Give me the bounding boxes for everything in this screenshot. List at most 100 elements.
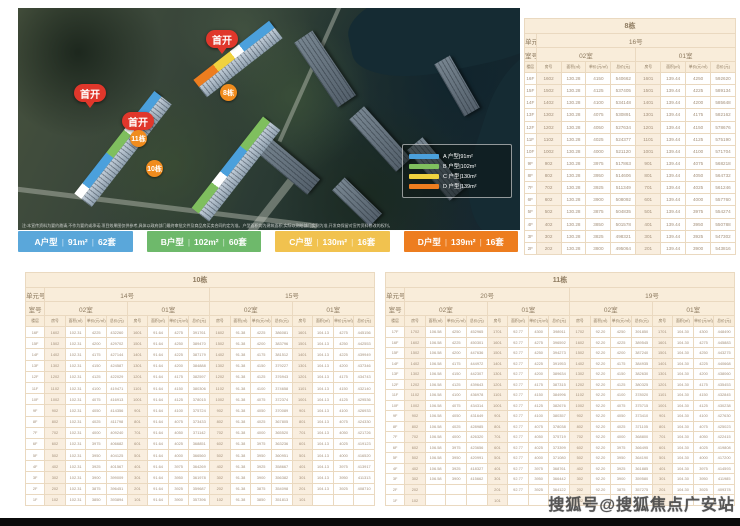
column-header: 房号 [210,316,231,327]
table-cell: 398911 [549,327,570,338]
type-bar-separator: | [188,237,190,247]
table-cell: 356382 [271,472,292,483]
floor-cell: 16F [386,337,405,348]
type-bar-text: 60套 [229,236,247,248]
table-cell: 508092 [611,194,636,206]
legend-type-c: C 户型|130m² [409,172,505,180]
table-cell: 4000 [693,453,714,464]
table-cell: 564732 [711,170,736,182]
table-cell: 601 [652,442,673,453]
table-cell: 3950 [528,474,549,485]
table-cell: 104.30 [673,369,694,380]
table-cell: 3925 [168,483,189,494]
table-cell: 1601 [127,327,148,338]
table-cell: 4100 [611,390,632,401]
table-cell: 104.13 [313,450,334,461]
table-cell: 92.20 [590,432,611,443]
table-row: 3F302130.283825498321301139.443925547302 [525,230,736,242]
table-cell: 3925 [586,182,611,194]
table-cell: 585648 [711,97,736,109]
type-bar-text: 102m² [194,237,219,247]
table-cell: 4025 [686,182,711,194]
type-bar-text: A户型 [35,236,58,248]
table-cell: 104.13 [313,349,334,360]
floor-cell: 14F [386,358,405,369]
table-row: 5F502102.31395040412550191.6440003665605… [26,450,375,461]
table-cell: 1401 [636,97,661,109]
table-cell: 425023 [714,421,735,432]
floor-cell: 15F [386,348,405,359]
unit-number: 14号 [45,288,210,302]
table-cell: 104.30 [673,379,694,390]
floor-cell: 4F [525,218,537,230]
table-cell: 3925 [611,463,632,474]
unit-type-bars: A户型|91m²|62套B户型|102m²|60套C户型|130m²|16套D户… [18,231,518,252]
table-row: 5F502130.283875504835501139.443975554274 [525,206,736,218]
table-cell: 92.77 [508,379,529,390]
table-cell: 537405 [611,85,636,97]
table-cell: 92.77 [508,442,529,453]
table-cell: 701 [636,182,661,194]
table-cell: 102 [210,494,231,505]
table-cell: 376943 [271,371,292,382]
column-header: 面积(㎡) [661,62,686,73]
table-cell: 102.31 [65,427,86,438]
table-cell: 302 [210,472,231,483]
table-cell: 130.28 [561,218,586,230]
table-cell: 589134 [711,85,736,97]
column-header: 单价(元/㎡) [333,316,354,327]
column-header: 单价(元/㎡) [528,316,549,327]
table-cell: 389545 [631,337,652,348]
table-cell: 106.58 [425,379,446,390]
type-bar-text: B户型 [161,236,184,248]
table-cell: 902 [570,411,591,422]
table-cell: 384996 [549,390,570,401]
table-cell: 91.64 [148,371,169,382]
table-cell: 4200 [251,338,272,349]
table-cell: 359687 [189,483,210,494]
table-cell: 401 [292,461,313,472]
table-cell: 92.77 [508,474,529,485]
table-cell: 302 [536,230,561,242]
table-cell: 1402 [405,358,426,369]
table-cell: 419123 [354,438,375,449]
table-cell: 130.28 [561,85,586,97]
table-cell: 442307 [467,369,488,380]
floor-cell: 12F [525,121,537,133]
table-cell: 91.38 [230,461,251,472]
table-cell: 130.28 [561,157,586,169]
table-cell: 4100 [528,411,549,422]
table-cell: 701 [127,427,148,438]
table-cell: 139.44 [661,85,686,97]
table-cell: 1202 [45,371,66,382]
table-cell: 375724 [189,405,210,416]
table-cell: 1601 [636,73,661,85]
floor-cell: 13F [26,360,45,371]
table-cell: 1501 [292,338,313,349]
table-cell: 4000 [168,450,189,461]
floor-cell: 16F [26,327,45,338]
table-cell: 501578 [611,218,636,230]
table-cell: 91.64 [148,483,169,494]
table-cell: 557760 [711,194,736,206]
column-header-floor: 楼层 [386,316,405,327]
table-cell: 701 [652,432,673,443]
table-cell: 391850 [631,327,652,338]
table-cell: 379227 [271,360,292,371]
table-cell: 4075 [686,157,711,169]
table-cell: 422029 [107,371,128,382]
unit-number: 20号 [405,288,570,302]
table-cell: 501 [652,453,673,464]
floor-cell: 11F [26,382,45,393]
type-bar-text: 130m² [323,237,348,247]
table-cell: 3925 [446,463,467,474]
table-cell: 3950 [86,450,107,461]
column-header: 面积(㎡) [425,316,446,327]
table-row: 7F702102.31400040924070191.6440503711427… [26,427,375,438]
floor-cell: 7F [26,427,45,438]
table-cell: 389470 [189,338,210,349]
table-cell: 450301 [467,337,488,348]
table-cell: 106.58 [425,421,446,432]
table-cell: 1101 [292,382,313,393]
table-cell: 4300 [693,327,714,338]
